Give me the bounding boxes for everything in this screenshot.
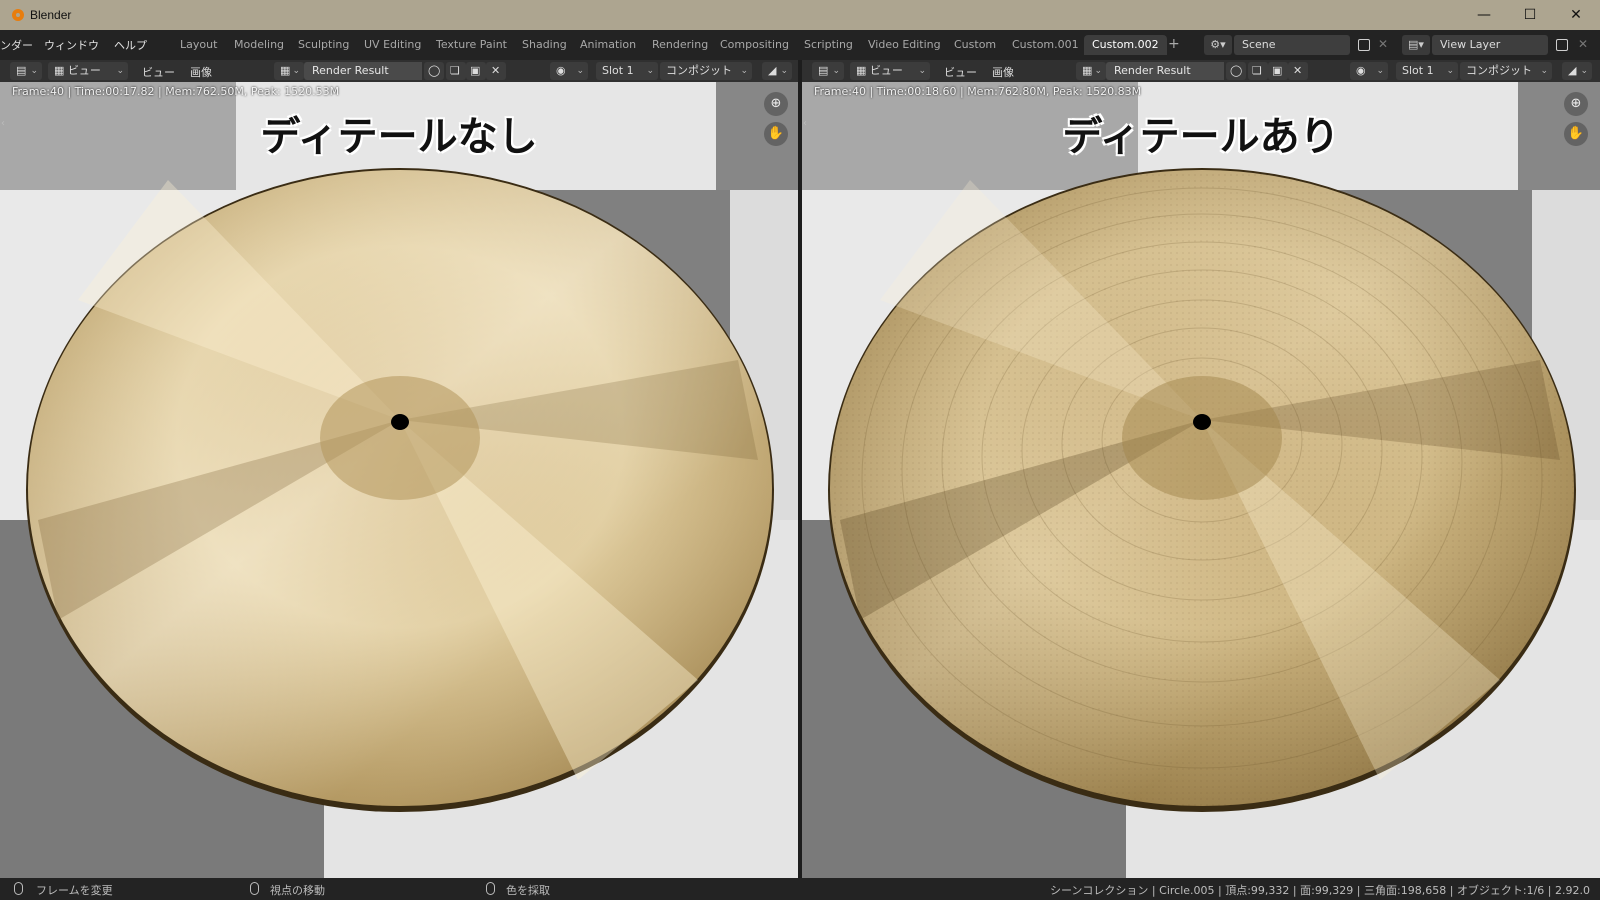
- minimize-button[interactable]: —: [1462, 0, 1506, 30]
- blender-logo-icon: [12, 9, 24, 21]
- status-bar: フレームを変更 視点の移動 色を採取 シーンコレクション | Circle.00…: [0, 878, 1600, 900]
- slot-dropdown[interactable]: Slot 1 ⌄: [596, 62, 658, 80]
- scene-name-field[interactable]: Scene: [1234, 35, 1350, 55]
- new-image-icon[interactable]: ❏: [446, 62, 466, 80]
- pass-dropdown[interactable]: コンポジット ⌄: [1460, 62, 1552, 80]
- tab-video-editing[interactable]: Video Editing: [860, 35, 949, 55]
- status-hint-sample-color: 色を採取: [506, 884, 550, 897]
- tab-animation[interactable]: Animation: [572, 35, 644, 55]
- menu-image[interactable]: 画像: [992, 64, 1014, 80]
- view-mode-label: ビュー: [67, 64, 101, 77]
- view-layer-field[interactable]: View Layer: [1432, 35, 1548, 55]
- tab-shading[interactable]: Shading: [514, 35, 575, 55]
- editor-header-right: ▤ ⌄ ▦ ビュー ⌄ ビュー 画像 ▦ ⌄ Render Result ◯ ❏ ▣ …: [802, 60, 1600, 82]
- tab-custom-001[interactable]: Custom.001: [1004, 35, 1087, 55]
- add-workspace-icon[interactable]: +: [1168, 36, 1180, 52]
- menu-window[interactable]: ウィンドウ: [44, 37, 99, 53]
- tab-custom-002[interactable]: Custom.002: [1084, 35, 1167, 55]
- mouse-left-icon: [14, 882, 23, 895]
- tab-scripting[interactable]: Scripting: [796, 35, 861, 55]
- image-name-field[interactable]: Render Result: [1106, 62, 1224, 80]
- display-channels-icon[interactable]: ◉ ⌄: [550, 62, 588, 80]
- tab-compositing[interactable]: Compositing: [712, 35, 797, 55]
- status-hint-pan-view: 視点の移動: [270, 884, 325, 897]
- view-mode-dropdown[interactable]: ▦ ビュー ⌄: [48, 62, 128, 80]
- zoom-icon[interactable]: ⊕: [1564, 92, 1588, 116]
- image-editor-right: ▤ ⌄ ▦ ビュー ⌄ ビュー 画像 ▦ ⌄ Render Result ◯ ❏ ▣ …: [802, 60, 1600, 878]
- unlink-image-icon[interactable]: ✕: [486, 62, 506, 80]
- mouse-middle-icon: [250, 882, 259, 895]
- slot-label: Slot 1: [602, 64, 634, 77]
- view-layer-selector-icon[interactable]: ▤▾: [1402, 35, 1430, 55]
- render-stats: Frame:40 | Time:00:18.60 | Mem:762.80M, …: [814, 85, 1142, 98]
- image-editor-left: ▤ ⌄ ▦ ビュー ⌄ ビュー 画像 ▦ ⌄ Render Result ◯ ❏ ▣ …: [0, 60, 798, 878]
- menu-render[interactable]: ンダー: [0, 37, 33, 53]
- pass-label: コンポジット: [1466, 64, 1532, 77]
- tab-layout[interactable]: Layout: [172, 35, 225, 55]
- mouse-right-icon: [486, 882, 495, 895]
- maximize-button[interactable]: ☐: [1508, 0, 1552, 30]
- scene-statistics: シーンコレクション | Circle.005 | 頂点:99,332 | 面:9…: [1049, 884, 1590, 897]
- tab-modeling[interactable]: Modeling: [226, 35, 292, 55]
- toolbar-expand-icon[interactable]: ‹: [803, 118, 807, 129]
- open-image-folder-icon[interactable]: ▣: [1268, 62, 1288, 80]
- toolbar-expand-icon[interactable]: ‹: [1, 118, 5, 129]
- caption-with-detail: ディテールあり: [1062, 114, 1340, 160]
- display-mode-icon[interactable]: ◢ ⌄: [762, 62, 792, 80]
- render-stats: Frame:40 | Time:00:17.82 | Mem:762.50M, …: [12, 85, 340, 98]
- display-mode-icon[interactable]: ◢ ⌄: [1562, 62, 1592, 80]
- tab-texture-paint[interactable]: Texture Paint: [428, 35, 515, 55]
- menu-view[interactable]: ビュー: [142, 64, 175, 80]
- menu-view[interactable]: ビュー: [944, 64, 977, 80]
- fake-user-shield-icon[interactable]: ◯: [424, 62, 444, 80]
- caption-no-detail: ディテールなし: [260, 114, 538, 160]
- image-browse-button[interactable]: ▦ ⌄: [274, 62, 304, 80]
- unlink-image-icon[interactable]: ✕: [1288, 62, 1308, 80]
- window-titlebar: Blender — ☐ ✕: [0, 0, 1600, 30]
- pan-hand-icon[interactable]: ✋: [764, 122, 788, 146]
- slot-label: Slot 1: [1402, 64, 1434, 77]
- display-channels-icon[interactable]: ◉ ⌄: [1350, 62, 1388, 80]
- tab-uv-editing[interactable]: UV Editing: [356, 35, 429, 55]
- top-bar: ンダー ウィンドウ ヘルプ Layout Modeling Sculpting …: [0, 30, 1600, 60]
- status-hint-change-frame: フレームを変更: [36, 884, 113, 897]
- delete-scene-icon[interactable]: ✕: [1378, 37, 1388, 51]
- zoom-icon[interactable]: ⊕: [764, 92, 788, 116]
- open-image-folder-icon[interactable]: ▣: [466, 62, 486, 80]
- close-window-button[interactable]: ✕: [1554, 0, 1598, 30]
- tab-custom[interactable]: Custom: [946, 35, 1004, 55]
- pan-hand-icon[interactable]: ✋: [1564, 122, 1588, 146]
- cymbal-detailed: [828, 168, 1576, 812]
- render-viewport-left[interactable]: Frame:40 | Time:00:17.82 | Mem:762.50M, …: [0, 82, 798, 878]
- new-scene-icon[interactable]: [1358, 39, 1370, 51]
- new-view-layer-icon[interactable]: [1556, 39, 1568, 51]
- new-image-icon[interactable]: ❏: [1248, 62, 1268, 80]
- delete-view-layer-icon[interactable]: ✕: [1578, 37, 1588, 51]
- tab-sculpting[interactable]: Sculpting: [290, 35, 357, 55]
- scene-selector-icon[interactable]: ⚙▾: [1204, 35, 1232, 55]
- view-mode-dropdown[interactable]: ▦ ビュー ⌄: [850, 62, 930, 80]
- editor-type-button[interactable]: ▤ ⌄: [812, 62, 844, 80]
- render-viewport-right[interactable]: Frame:40 | Time:00:18.60 | Mem:762.80M, …: [802, 82, 1600, 878]
- menu-help[interactable]: ヘルプ: [114, 37, 147, 53]
- image-name-field[interactable]: Render Result: [304, 62, 422, 80]
- window-title: Blender: [30, 8, 72, 22]
- pass-label: コンポジット: [666, 64, 732, 77]
- view-mode-label: ビュー: [869, 64, 903, 77]
- image-browse-button[interactable]: ▦ ⌄: [1076, 62, 1106, 80]
- editor-type-button[interactable]: ▤ ⌄: [10, 62, 42, 80]
- pass-dropdown[interactable]: コンポジット ⌄: [660, 62, 752, 80]
- tab-rendering[interactable]: Rendering: [644, 35, 716, 55]
- menu-image[interactable]: 画像: [190, 64, 212, 80]
- fake-user-shield-icon[interactable]: ◯: [1226, 62, 1246, 80]
- cymbal-smooth: [26, 168, 774, 812]
- slot-dropdown[interactable]: Slot 1 ⌄: [1396, 62, 1458, 80]
- editor-header-left: ▤ ⌄ ▦ ビュー ⌄ ビュー 画像 ▦ ⌄ Render Result ◯ ❏ ▣ …: [0, 60, 798, 82]
